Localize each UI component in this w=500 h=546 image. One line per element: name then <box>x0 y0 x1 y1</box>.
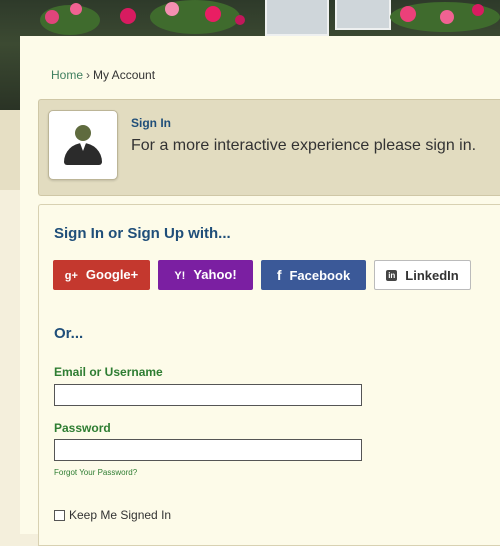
yahoo-label: Yahoo! <box>193 267 237 282</box>
email-label: Email or Username <box>54 365 163 379</box>
linkedin-button[interactable]: in LinkedIn <box>374 260 471 290</box>
linkedin-label: LinkedIn <box>405 268 459 283</box>
facebook-icon: f <box>276 267 282 283</box>
password-label: Password <box>54 421 111 435</box>
main-content-panel: Home › My Account Sign In For a more inter… <box>20 36 500 546</box>
keep-signed-in-label: Keep Me Signed In <box>69 508 172 522</box>
facebook-button[interactable]: f Facebook <box>261 260 366 290</box>
linkedin-icon: in <box>386 270 398 282</box>
breadcrumb: Home › My Account <box>51 68 155 82</box>
breadcrumb-home-link[interactable]: Home <box>51 68 83 82</box>
password-input[interactable] <box>54 439 362 461</box>
yahoo-button[interactable]: Y! Yahoo! <box>158 260 253 290</box>
banner-window <box>335 0 391 30</box>
banner-window <box>265 0 329 36</box>
breadcrumb-current: My Account <box>93 68 156 82</box>
forgot-password-link[interactable]: Forgot Your Password? <box>54 468 137 477</box>
google-plus-label: Google+ <box>85 267 139 282</box>
google-plus-icon: g+ <box>64 270 78 282</box>
social-heading: Sign In or Sign Up with... <box>54 225 231 242</box>
keep-signed-in-row[interactable]: Keep Me Signed In <box>54 508 171 522</box>
user-body-icon <box>64 143 102 165</box>
user-head-icon <box>75 125 91 141</box>
google-plus-button[interactable]: g+ Google+ <box>53 260 150 290</box>
signin-title: Sign In <box>131 116 171 130</box>
signin-banner: Sign In For a more interactive experienc… <box>38 99 500 196</box>
breadcrumb-separator: › <box>86 68 91 82</box>
avatar-placeholder <box>48 110 118 180</box>
or-heading: Or... <box>54 325 84 342</box>
yahoo-icon: Y! <box>174 270 186 282</box>
email-input[interactable] <box>54 384 362 406</box>
sidebar-strip <box>0 110 20 190</box>
facebook-label: Facebook <box>289 268 351 283</box>
signin-form-box: Sign In or Sign Up with... g+ Google+ Y! Y… <box>38 204 500 546</box>
keep-signed-in-checkbox[interactable] <box>54 510 65 521</box>
signin-subtitle: For a more interactive experience please… <box>131 137 477 154</box>
